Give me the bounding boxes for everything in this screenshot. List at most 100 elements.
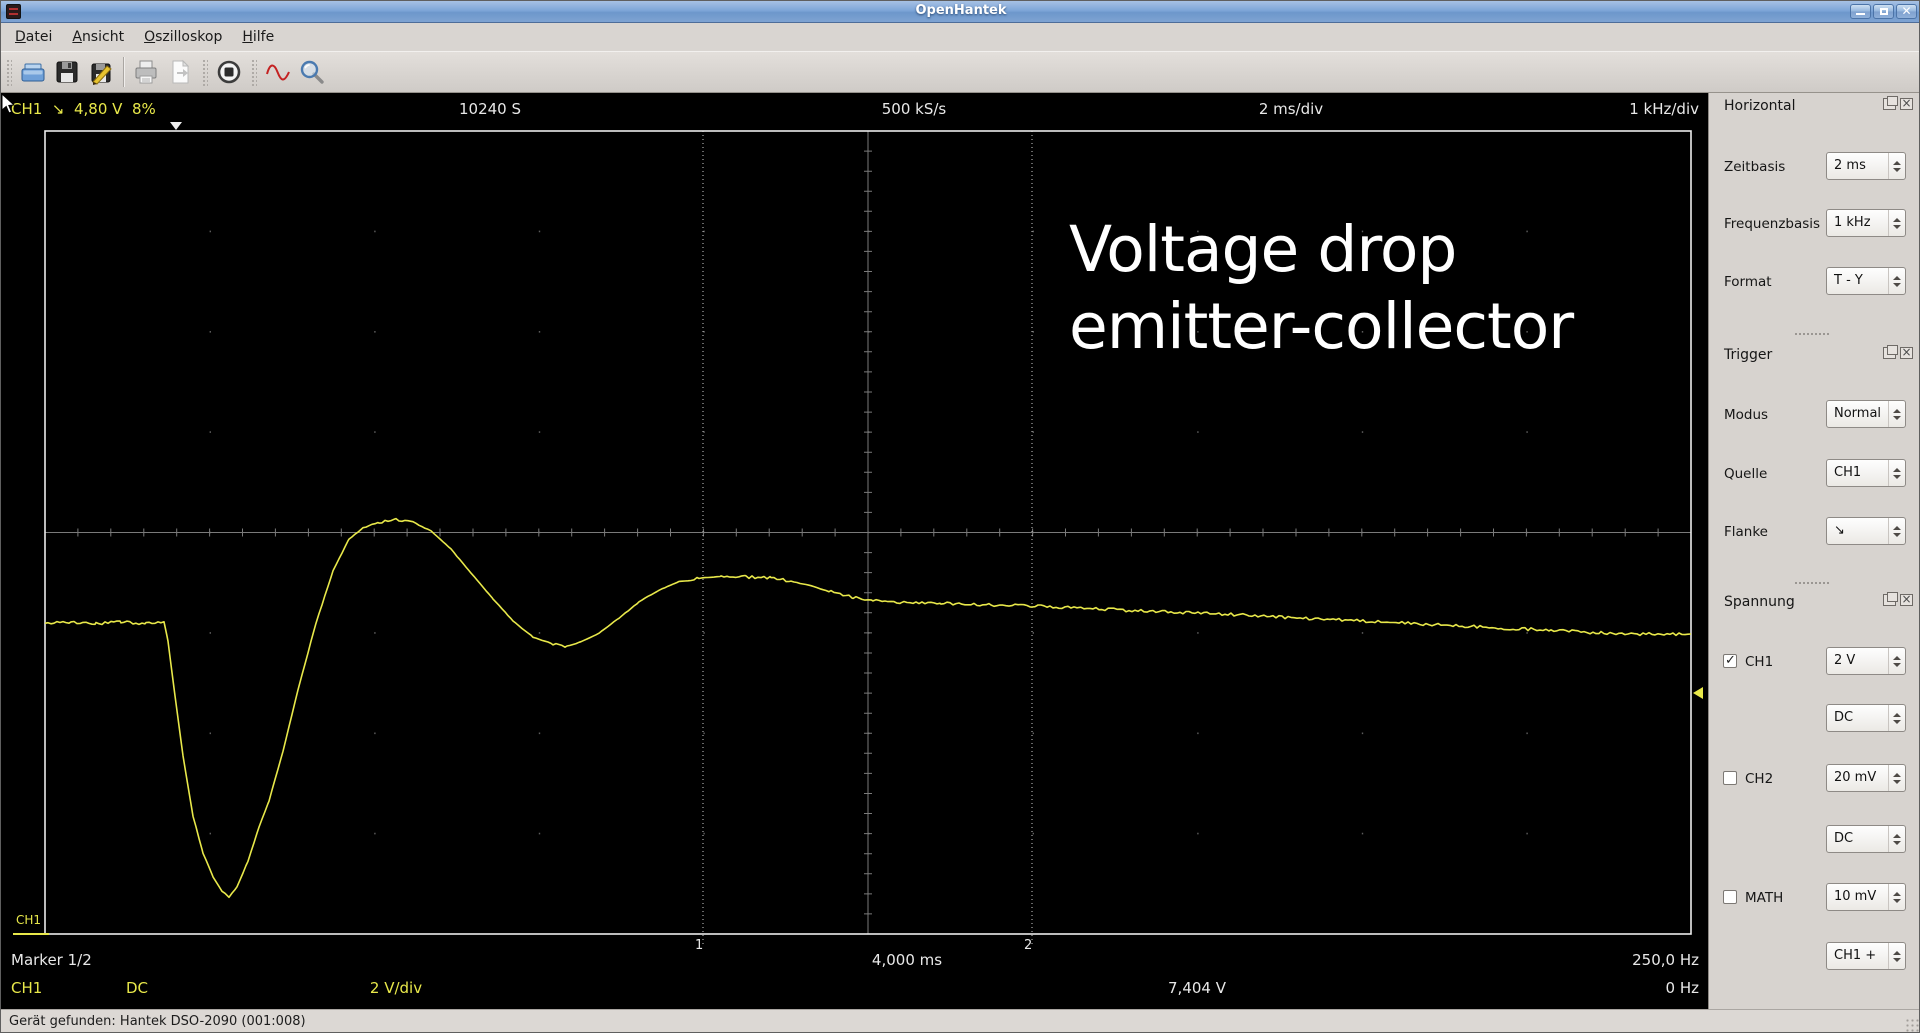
spinner-arrows-icon[interactable] bbox=[1888, 943, 1905, 969]
spinner-arrows-icon[interactable] bbox=[1888, 884, 1905, 910]
menu-ansicht[interactable]: Ansicht bbox=[62, 25, 134, 49]
ch1-gain-select[interactable]: 2 V bbox=[1826, 647, 1906, 675]
spinner-arrows-icon[interactable] bbox=[1888, 460, 1905, 486]
frequencybase-value: 1 kHz/div bbox=[1629, 100, 1699, 118]
spannung-dock-title: Spannung bbox=[1724, 594, 1795, 610]
minimize-icon bbox=[1856, 13, 1865, 15]
math-label: MATH bbox=[1745, 890, 1784, 906]
ch2-label: CH2 bbox=[1745, 771, 1774, 787]
falling-edge-icon: ↘ bbox=[51, 100, 65, 118]
marker-2-label[interactable]: 2 bbox=[1024, 938, 1032, 953]
export-button[interactable] bbox=[163, 55, 197, 89]
samplerate-value: 500 kS/s bbox=[881, 100, 947, 118]
mouse-cursor bbox=[1, 93, 15, 114]
close-dock-button[interactable] bbox=[1900, 345, 1913, 359]
close-icon: ✕ bbox=[1901, 4, 1912, 18]
save-as-button[interactable] bbox=[84, 55, 118, 89]
marker-time-value: 4,000 ms bbox=[871, 951, 943, 969]
ch1-coupling-select[interactable]: DC bbox=[1826, 704, 1906, 732]
format-select[interactable]: T - Y bbox=[1826, 267, 1906, 295]
trigger-flanke-select[interactable]: ↘ bbox=[1826, 517, 1906, 545]
voltage-per-div-label: 2 V/div bbox=[369, 979, 423, 997]
close-dock-button[interactable] bbox=[1900, 592, 1913, 606]
zoom-button[interactable] bbox=[295, 55, 329, 89]
print-button[interactable] bbox=[129, 55, 163, 89]
spinner-arrows-icon[interactable] bbox=[1888, 518, 1905, 544]
tool-bar bbox=[1, 51, 1919, 93]
math-gain-select[interactable]: 10 mV bbox=[1826, 883, 1906, 911]
float-dock-button[interactable] bbox=[1883, 345, 1898, 359]
resize-grip[interactable] bbox=[1905, 1018, 1919, 1032]
ch2-checkbox[interactable] bbox=[1723, 771, 1737, 785]
menu-datei[interactable]: Datei bbox=[5, 25, 62, 49]
spinner-arrows-icon[interactable] bbox=[1888, 765, 1905, 791]
window-title: OpenHantek bbox=[915, 3, 1007, 18]
export-icon bbox=[172, 59, 190, 84]
trigger-status: CH1 ↘ 4,80 V 8% bbox=[11, 100, 156, 118]
toolbar-grip[interactable] bbox=[250, 58, 257, 86]
math-mode-select[interactable]: CH1 + CH2 bbox=[1826, 942, 1906, 970]
title-bar[interactable]: OpenHantek ✕ bbox=[1, 1, 1919, 23]
float-dock-button[interactable] bbox=[1883, 96, 1898, 110]
marker-1-label[interactable]: 1 bbox=[695, 938, 703, 953]
spinner-arrows-icon[interactable] bbox=[1888, 153, 1905, 179]
zeitbasis-label: Zeitbasis bbox=[1724, 159, 1786, 175]
trigger-modus-select[interactable]: Normal bbox=[1826, 400, 1906, 428]
save-as-icon bbox=[91, 63, 112, 85]
spinner-arrows-icon[interactable] bbox=[1888, 705, 1905, 731]
open-button[interactable] bbox=[16, 55, 50, 89]
toolbar-grip[interactable] bbox=[201, 58, 208, 86]
dock-drag-handle[interactable] bbox=[1795, 333, 1829, 335]
open-icon bbox=[21, 63, 45, 82]
spinner-arrows-icon[interactable] bbox=[1888, 401, 1905, 427]
settings-panel: Horizontal Zeitbasis 2 ms Frequenzbasis … bbox=[1708, 93, 1919, 1009]
ch2-gain-select[interactable]: 20 mV bbox=[1826, 764, 1906, 792]
save-icon bbox=[56, 61, 78, 83]
scope-display[interactable]: CH1 ↘ 4,80 V 8% 10240 S 500 kS/s 2 ms/di… bbox=[1, 93, 1708, 1009]
save-button[interactable] bbox=[50, 55, 84, 89]
device-status-text: Gerät gefunden: Hantek DSO-2090 (001:008… bbox=[9, 1014, 306, 1029]
ch2-coupling-select[interactable]: DC bbox=[1826, 825, 1906, 853]
status-bar: Gerät gefunden: Hantek DSO-2090 (001:008… bbox=[1, 1009, 1919, 1032]
minimize-button[interactable] bbox=[1850, 4, 1871, 19]
flanke-label: Flanke bbox=[1724, 524, 1768, 540]
frequenzbasis-select[interactable]: 1 kHz bbox=[1826, 209, 1906, 237]
openhantek-window: OpenHantek ✕ Datei Ansicht Oszilloskop H… bbox=[0, 0, 1920, 1033]
spinner-arrows-icon[interactable] bbox=[1888, 648, 1905, 674]
menu-oszilloskop[interactable]: Oszilloskop bbox=[134, 25, 232, 49]
trigger-quelle-select[interactable]: CH1 bbox=[1826, 459, 1906, 487]
quelle-label: Quelle bbox=[1724, 466, 1768, 482]
menu-hilfe[interactable]: Hilfe bbox=[232, 25, 284, 49]
menu-bar: Datei Ansicht Oszilloskop Hilfe bbox=[1, 23, 1919, 51]
maximize-icon bbox=[1880, 8, 1888, 15]
amplitude-value: 7,404 V bbox=[1168, 979, 1226, 997]
ch1-checkbox[interactable]: ✓ bbox=[1723, 653, 1737, 668]
zeitbasis-select[interactable]: 2 ms bbox=[1826, 152, 1906, 180]
toolbar-grip[interactable] bbox=[5, 58, 12, 86]
close-dock-button[interactable] bbox=[1900, 96, 1913, 110]
ch1-label: CH1 bbox=[1745, 654, 1774, 670]
record-stop-button[interactable] bbox=[212, 55, 246, 89]
math-checkbox[interactable] bbox=[1723, 890, 1737, 904]
frequency-value: 0 Hz bbox=[1665, 979, 1699, 997]
record-length-value: 10240 S bbox=[458, 100, 522, 118]
magnifier-icon bbox=[300, 60, 324, 84]
modus-label: Modus bbox=[1724, 407, 1769, 423]
signal-generator-button[interactable] bbox=[261, 55, 295, 89]
spinner-arrows-icon[interactable] bbox=[1888, 210, 1905, 236]
close-button[interactable]: ✕ bbox=[1896, 4, 1917, 19]
print-icon bbox=[135, 60, 157, 84]
ch1-offset-marker bbox=[13, 933, 49, 935]
channel-name-label: CH1 bbox=[11, 979, 43, 997]
dock-drag-handle[interactable] bbox=[1795, 582, 1829, 584]
format-label: Format bbox=[1724, 274, 1772, 290]
spinner-arrows-icon[interactable] bbox=[1888, 268, 1905, 294]
spinner-arrows-icon[interactable] bbox=[1888, 826, 1905, 852]
ch1-offset-label[interactable]: CH1 bbox=[16, 913, 41, 927]
record-stop-icon bbox=[217, 60, 241, 84]
annotation-text: Voltage drop emitter-collector bbox=[1069, 213, 1574, 363]
float-dock-button[interactable] bbox=[1883, 592, 1898, 606]
maximize-button[interactable] bbox=[1873, 4, 1894, 19]
marker-frequency-value: 250,0 Hz bbox=[1632, 951, 1699, 969]
coupling-label: DC bbox=[126, 979, 149, 997]
